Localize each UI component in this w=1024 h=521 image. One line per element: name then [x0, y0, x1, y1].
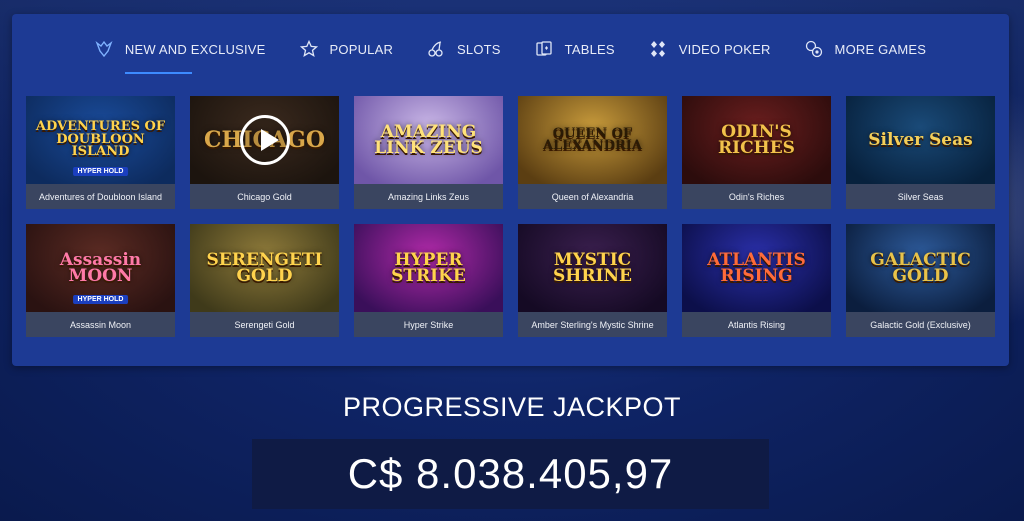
diamonds-icon: [649, 40, 667, 58]
tab-tables[interactable]: TABLES: [535, 32, 615, 66]
tab-more-games[interactable]: MORE GAMES: [805, 32, 927, 66]
game-tile[interactable]: ATLANTIS RISING Atlantis Rising: [682, 224, 831, 337]
game-logo-art: ADVENTURES OF DOUBLOON ISLAND: [35, 119, 166, 160]
tab-label: TABLES: [564, 41, 615, 57]
game-tile[interactable]: ODIN'S RICHES Odin's Riches: [682, 96, 831, 209]
tab-label: POPULAR: [329, 41, 394, 57]
tab-popular[interactable]: POPULAR: [299, 32, 394, 66]
game-thumbnail: CHICAGO: [190, 96, 339, 184]
game-logo-art: Assassin MOON: [59, 249, 142, 286]
game-title: Odin's Riches: [682, 184, 831, 209]
game-logo-art: GALACTIC GOLD: [870, 249, 971, 286]
game-tile[interactable]: Silver Seas Silver Seas: [846, 96, 995, 209]
tab-new-and-exclusive[interactable]: NEW AND EXCLUSIVE: [95, 32, 266, 74]
jackpot-amount-box: C$ 8.038.405,97: [252, 439, 769, 509]
game-logo-art: SERENGETI GOLD: [206, 249, 323, 286]
game-tile[interactable]: AMAZING LINK ZEUS Amazing Links Zeus: [354, 96, 503, 209]
game-title: Chicago Gold: [190, 184, 339, 209]
game-grid: ADVENTURES OF DOUBLOON ISLAND HYPER HOLD A…: [26, 96, 995, 337]
tab-slots[interactable]: SLOTS: [427, 32, 501, 66]
game-title: Amber Sterling's Mystic Shrine: [518, 312, 667, 337]
game-thumbnail: QUEEN OF ALEXANDRIA: [518, 96, 667, 184]
game-thumbnail: SERENGETI GOLD: [190, 224, 339, 312]
games-panel: NEW AND EXCLUSIVE POPULAR SLOTS TABLES V…: [12, 14, 1009, 366]
tab-video-poker[interactable]: VIDEO POKER: [649, 32, 771, 66]
game-thumbnail: HYPER STRIKE: [354, 224, 503, 312]
wolf-icon: [95, 40, 113, 58]
game-tile[interactable]: ADVENTURES OF DOUBLOON ISLAND HYPER HOLD A…: [26, 96, 175, 209]
game-thumbnail: AMAZING LINK ZEUS: [354, 96, 503, 184]
cherry-icon: [427, 40, 445, 58]
game-thumbnail: ATLANTIS RISING: [682, 224, 831, 312]
game-logo-art: Silver Seas: [868, 129, 973, 150]
game-tile[interactable]: SERENGETI GOLD Serengeti Gold: [190, 224, 339, 337]
game-title: Assassin Moon: [26, 312, 175, 337]
game-thumbnail: Silver Seas: [846, 96, 995, 184]
jackpot-title: PROGRESSIVE JACKPOT: [342, 392, 682, 422]
game-thumbnail: ODIN'S RICHES: [682, 96, 831, 184]
star-icon: [299, 40, 318, 58]
play-icon[interactable]: [239, 115, 290, 165]
game-title: Silver Seas: [846, 184, 995, 209]
category-nav: NEW AND EXCLUSIVE POPULAR SLOTS TABLES V…: [12, 14, 1009, 84]
game-title: Queen of Alexandria: [518, 184, 667, 209]
cards-icon: [535, 40, 553, 58]
game-logo-art: HYPER STRIKE: [391, 249, 466, 286]
game-thumbnail: MYSTIC SHRINE: [518, 224, 667, 312]
game-logo-art: AMAZING LINK ZEUS: [374, 121, 483, 158]
game-thumbnail: Assassin MOON HYPER HOLD: [26, 224, 175, 312]
game-logo-badge: HYPER HOLD: [72, 167, 129, 176]
game-title: Adventures of Doubloon Island: [26, 184, 175, 209]
game-tile[interactable]: Assassin MOON HYPER HOLD Assassin Moon: [26, 224, 175, 337]
game-title: Amazing Links Zeus: [354, 184, 503, 209]
game-title: Atlantis Rising: [682, 312, 831, 337]
game-tile[interactable]: GALACTIC GOLD Galactic Gold (Exclusive): [846, 224, 995, 337]
game-logo-art: QUEEN OF ALEXANDRIA: [543, 125, 642, 153]
game-thumbnail: GALACTIC GOLD: [846, 224, 995, 312]
tab-label: SLOTS: [457, 41, 501, 57]
jackpot-amount: C$ 8.038.405,97: [347, 450, 674, 497]
game-logo-art: ATLANTIS RISING: [707, 249, 806, 286]
game-title: Serengeti Gold: [190, 312, 339, 337]
tab-label: VIDEO POKER: [678, 41, 771, 57]
game-tile[interactable]: QUEEN OF ALEXANDRIA Queen of Alexandria: [518, 96, 667, 209]
game-thumbnail: ADVENTURES OF DOUBLOON ISLAND HYPER HOLD: [26, 96, 175, 184]
chips-icon: [805, 40, 823, 58]
game-tile[interactable]: MYSTIC SHRINE Amber Sterling's Mystic Shr…: [518, 224, 667, 337]
game-tile[interactable]: HYPER STRIKE Hyper Strike: [354, 224, 503, 337]
game-tile[interactable]: CHICAGO Chicago Gold: [190, 96, 339, 209]
game-logo-art: ODIN'S RICHES: [718, 121, 795, 158]
game-logo-badge: HYPER HOLD: [72, 295, 129, 304]
game-title: Galactic Gold (Exclusive): [846, 312, 995, 337]
tab-label: MORE GAMES: [834, 41, 927, 57]
game-title: Hyper Strike: [354, 312, 503, 337]
game-logo-art: MYSTIC SHRINE: [553, 249, 632, 286]
tab-label: NEW AND EXCLUSIVE: [124, 41, 266, 57]
